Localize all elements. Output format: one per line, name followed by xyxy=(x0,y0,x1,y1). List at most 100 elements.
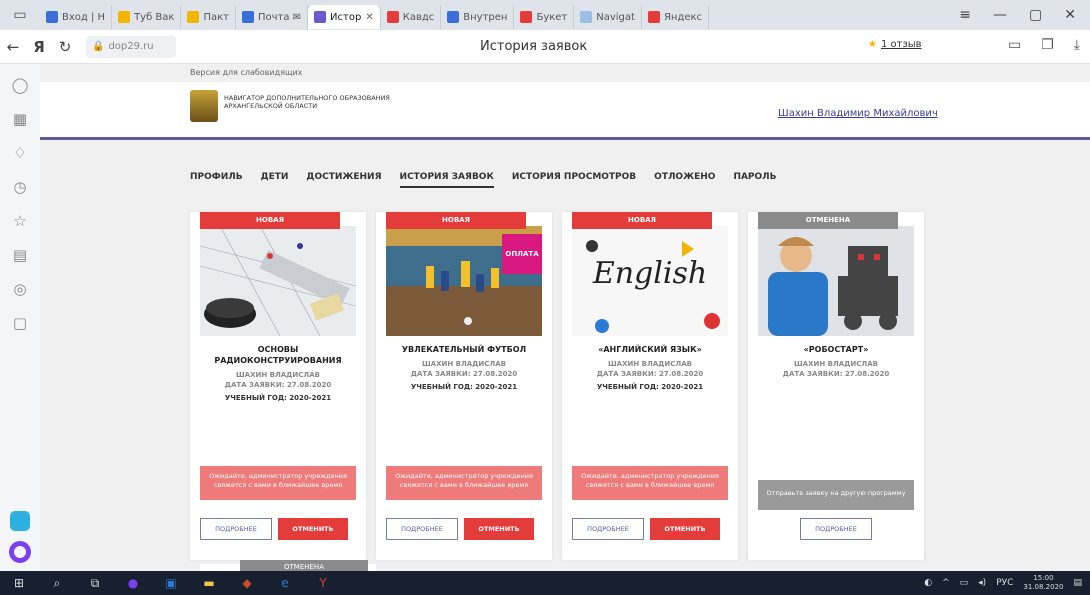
history-icon[interactable]: ◷ xyxy=(13,178,26,196)
tab-label: Navigat xyxy=(596,11,635,23)
nav-tab[interactable]: История просмотров xyxy=(512,172,636,188)
browser-tab[interactable]: Пакт xyxy=(181,5,236,29)
favorites-icon[interactable]: ☆ xyxy=(13,212,26,230)
details-button[interactable]: Подробнее xyxy=(386,518,458,540)
profile-icon[interactable]: ◯ xyxy=(12,76,29,94)
messenger-icon[interactable] xyxy=(10,511,30,531)
clock[interactable]: 15:00 31.08.2020 xyxy=(1023,574,1063,592)
status-badge: Новая xyxy=(200,212,340,229)
details-button[interactable]: Подробнее xyxy=(200,518,272,540)
menu-icon[interactable]: ≡ xyxy=(959,7,971,23)
details-button[interactable]: Подробнее xyxy=(800,518,872,540)
reader-icon[interactable]: ▭ xyxy=(1008,37,1021,53)
taskbar: ⊞ ⌕ ⧉ ● ▣ ▬ ◆ e Y ◐ ^ ▭ ◂) РУС 15:00 31.… xyxy=(0,571,1090,595)
notifications-center-icon[interactable]: ▤ xyxy=(1073,578,1082,588)
academic-year: Учебный год: 2020-2021 xyxy=(224,394,332,402)
browser-tab[interactable]: Вход | Н xyxy=(40,5,113,29)
word-icon[interactable]: ▣ xyxy=(152,571,190,595)
program-title[interactable]: Основы радиоконструирования xyxy=(196,344,360,366)
user-name-link[interactable]: Шахин Владимир Михайлович xyxy=(778,108,938,119)
screenshot-icon[interactable]: ▢ xyxy=(13,314,27,332)
network-icon[interactable]: ▭ xyxy=(960,578,969,588)
browser-tab[interactable]: Истор ✕ xyxy=(308,5,381,29)
status-info: Ожидайте, администратор учреждения свяже… xyxy=(200,466,356,500)
alice-assistant-icon[interactable] xyxy=(9,541,31,563)
file-explorer-icon[interactable]: ▬ xyxy=(190,571,228,595)
browser-tab[interactable]: Букет xyxy=(514,5,575,29)
nav-tab[interactable]: Профиль xyxy=(190,172,243,188)
windows-start-icon[interactable]: ⊞ xyxy=(0,571,38,595)
tab-label: Пакт xyxy=(203,11,229,23)
card-actions: Подробнее Отменить xyxy=(572,518,728,540)
url-text: dop29.ru xyxy=(108,41,154,52)
tab-favicon-icon xyxy=(241,11,254,23)
address-actions: ▭ ❐ ⤓ xyxy=(1008,37,1080,53)
nav-tab[interactable]: История заявок xyxy=(399,172,494,188)
reviews-button[interactable]: ★ 1 отзыв xyxy=(868,39,922,50)
program-image[interactable] xyxy=(758,226,914,336)
yandex-logo-icon[interactable]: Я xyxy=(26,38,52,56)
collections-icon[interactable]: ▤ xyxy=(13,246,27,264)
tab-favicon-icon xyxy=(447,11,460,23)
site-logo-text[interactable]: Навигатор дополнительного образования Ар… xyxy=(224,94,394,110)
browser-sidebar: ◯ ▦ ♢ ◷ ☆ ▤ ◎ ▢ xyxy=(0,64,40,571)
alice-taskbar-icon[interactable]: ● xyxy=(114,571,152,595)
visually-impaired-link[interactable]: Версия для слабовидящих xyxy=(190,68,302,77)
cancel-application-button[interactable]: Отменить xyxy=(278,518,348,540)
cancel-application-button[interactable]: Отменить xyxy=(464,518,534,540)
url-field[interactable]: 🔒 dop29.ru xyxy=(86,35,176,58)
program-title[interactable]: «Английский язык» xyxy=(568,344,732,355)
details-button[interactable]: Подробнее xyxy=(572,518,644,540)
task-view-icon[interactable]: ⧉ xyxy=(76,571,114,595)
child-name: Шахин Владислав xyxy=(794,360,878,368)
tab-label: Кавдс xyxy=(402,11,435,23)
powerpoint-icon[interactable]: ◆ xyxy=(228,571,266,595)
volume-icon[interactable]: ◂) xyxy=(978,578,986,588)
program-title[interactable]: «Робостарт» xyxy=(754,344,918,355)
tab-label: Туб Вак xyxy=(134,11,175,23)
tab-close-icon[interactable]: ✕ xyxy=(365,12,373,23)
browser-tab[interactable]: Внутрен xyxy=(441,5,515,29)
download-icon[interactable]: ⤓ xyxy=(1074,37,1080,53)
apps-icon[interactable]: ▦ xyxy=(13,110,27,128)
card-actions: Подробнее xyxy=(758,518,914,540)
cancel-application-button[interactable]: Отменить xyxy=(650,518,720,540)
status-badge: Отменена xyxy=(758,212,898,229)
star-icon: ★ xyxy=(868,39,877,50)
zen-icon[interactable]: ◎ xyxy=(13,280,26,298)
notifications-icon[interactable]: ♢ xyxy=(13,144,26,162)
site-logo-icon[interactable] xyxy=(190,90,218,122)
application-date: Дата заявки: 27.08.2020 xyxy=(410,370,518,378)
browser-tab[interactable]: Кавдс xyxy=(381,5,442,29)
nav-tab[interactable]: Дети xyxy=(261,172,289,188)
tray-expand-icon[interactable]: ^ xyxy=(942,578,950,588)
close-window-icon[interactable]: ✕ xyxy=(1064,7,1076,23)
card-title-block: «Английский язык» Шахин Владислав Дата зая… xyxy=(568,344,732,393)
program-title[interactable]: Увлекательный футбол xyxy=(382,344,546,355)
browser-tab[interactable]: Туб Вак xyxy=(112,5,182,29)
tray-app-icon[interactable]: ◐ xyxy=(924,578,932,588)
browser-tab[interactable]: Почта ✉ xyxy=(236,5,309,29)
status-info: Ожидайте, администратор учреждения свяже… xyxy=(572,466,728,500)
minimize-icon[interactable]: — xyxy=(993,7,1007,23)
edge-icon[interactable]: e xyxy=(266,571,304,595)
nav-tab[interactable]: Достижения xyxy=(306,172,381,188)
browser-tab[interactable]: Яндекс xyxy=(642,5,710,29)
browser-tab[interactable]: Navigat xyxy=(574,5,642,29)
nav-tab[interactable]: Пароль xyxy=(733,172,776,188)
lock-icon: 🔒 xyxy=(92,41,105,52)
program-image[interactable] xyxy=(200,226,356,336)
back-icon[interactable]: ← xyxy=(0,38,26,56)
reload-icon[interactable]: ↻ xyxy=(52,38,78,56)
card-actions: Подробнее Отменить xyxy=(200,518,356,540)
bookmark-icon[interactable]: ❐ xyxy=(1041,37,1054,53)
language-indicator[interactable]: РУС xyxy=(996,578,1013,588)
tab-favicon-icon xyxy=(647,11,660,23)
nav-tab[interactable]: Отложено xyxy=(654,172,715,188)
application-card: Новая Основы радиоконструирования Шахин Вл… xyxy=(190,212,366,560)
status-info: Отправьте заявку на другую программу xyxy=(758,480,914,510)
tabs-panel-icon[interactable]: ▭ xyxy=(0,0,40,30)
yandex-browser-icon[interactable]: Y xyxy=(304,571,342,595)
maximize-icon[interactable]: ▢ xyxy=(1029,7,1042,23)
search-icon[interactable]: ⌕ xyxy=(38,571,76,595)
